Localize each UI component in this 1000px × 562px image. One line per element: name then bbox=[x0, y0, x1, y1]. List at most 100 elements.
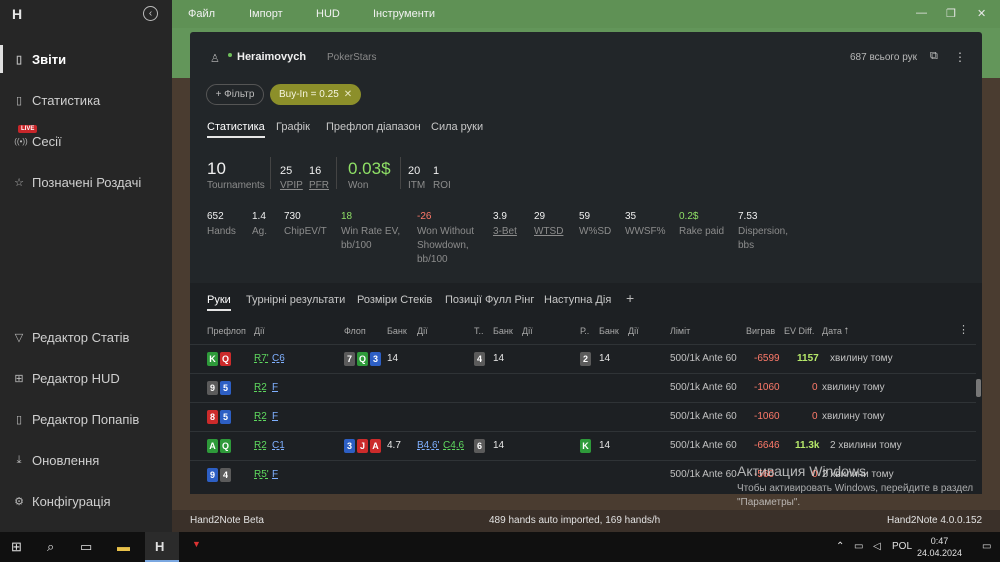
playing-card: 3 bbox=[370, 352, 381, 366]
sidebar-item-hud-editor[interactable]: ⊞ Редактор HUD bbox=[0, 364, 172, 392]
notifications-icon[interactable]: ▭ bbox=[982, 541, 991, 552]
col-preflop[interactable]: Префлоп bbox=[207, 326, 246, 336]
stat-wtsd-value: 29 bbox=[534, 211, 546, 222]
tab-preflop-range[interactable]: Префлоп діапазон bbox=[326, 121, 421, 133]
sidebar-item-marked-hands[interactable]: ☆ Позначені Роздачі bbox=[0, 168, 172, 196]
tab-graph[interactable]: Графік bbox=[276, 121, 310, 133]
table-row[interactable]: K Q R7' C6 7 Q 3 14 4 14 2 14 500/1k Ante 60 -6599 115… bbox=[190, 344, 976, 372]
col-ev-diff[interactable]: EV Diff. bbox=[784, 326, 814, 336]
tray-chevron-icon[interactable]: ⌃ bbox=[836, 541, 844, 552]
stat-wsd-label: W%SD bbox=[579, 226, 612, 237]
windows-start-icon[interactable]: ⊞ bbox=[11, 539, 22, 555]
tab-tournament-results[interactable]: Турнірні результати bbox=[246, 294, 345, 306]
tab-statistics[interactable]: Статистика bbox=[207, 121, 265, 138]
close-icon[interactable]: ✕ bbox=[977, 7, 986, 20]
preflop-action: R5' bbox=[254, 469, 269, 480]
stat-pfr-label[interactable]: PFR bbox=[309, 180, 329, 191]
menu-import[interactable]: Імпорт bbox=[249, 8, 283, 20]
sidebar-item-popup-editor[interactable]: ▯ Редактор Попапів bbox=[0, 405, 172, 433]
col-turn-actions[interactable]: Дії bbox=[522, 326, 533, 336]
col-river-pot[interactable]: Банк bbox=[599, 326, 619, 336]
ev-diff-cell: 1157 bbox=[797, 353, 819, 364]
playing-card: A bbox=[370, 439, 381, 453]
battery-icon[interactable]: ▭ bbox=[854, 541, 863, 552]
col-limit[interactable]: Ліміт bbox=[670, 326, 690, 336]
sidebar-item-label: Редактор Попапів bbox=[32, 411, 140, 427]
playing-card: 8 bbox=[207, 410, 218, 424]
won-cell: -1060 bbox=[754, 411, 780, 422]
table-row[interactable]: A Q R2 C1 3 J A 4.7 B4.6' C4.6 6 14 K 14 500/1k Ante 6… bbox=[190, 431, 976, 459]
columns-menu-icon[interactable]: ⋮ bbox=[958, 323, 969, 336]
col-turn[interactable]: Т.. bbox=[474, 326, 484, 336]
stat-wtsd-label[interactable]: WTSD bbox=[534, 225, 563, 239]
table-row[interactable]: 9 5 R2 F 500/1k Ante 60 -1060 0 хвилину тому bbox=[190, 373, 976, 401]
sidebar-item-configuration[interactable]: ⚙ Конфігурація bbox=[0, 487, 172, 515]
preflop-action: R7' bbox=[254, 353, 269, 364]
stat-tournaments-value: 10 bbox=[207, 159, 226, 178]
clock-time: 0:47 bbox=[930, 536, 949, 546]
playing-card: 9 bbox=[207, 468, 218, 482]
playing-card: 7 bbox=[344, 352, 355, 366]
won-cell: -6599 bbox=[754, 353, 780, 364]
restore-icon[interactable]: ❐ bbox=[946, 7, 956, 20]
col-river[interactable]: Р.. bbox=[580, 326, 589, 336]
file-explorer-icon[interactable]: ▬ bbox=[117, 539, 130, 554]
turn-pot: 14 bbox=[493, 353, 505, 364]
col-won[interactable]: Виграв bbox=[746, 326, 775, 336]
col-date[interactable]: Дата ⭡ bbox=[822, 326, 849, 337]
ev-diff-cell: 11.3k bbox=[795, 440, 820, 451]
menu-file[interactable]: Файл bbox=[188, 8, 215, 20]
volume-icon[interactable]: ◁ bbox=[873, 541, 881, 552]
sidebar-item-label: Редактор Статів bbox=[32, 329, 130, 345]
col-flop-actions[interactable]: Дії bbox=[417, 326, 428, 336]
activation-watermark-text: Чтобы активировать Windows, перейдите в … bbox=[737, 483, 974, 508]
col-preflop-actions[interactable]: Дії bbox=[254, 326, 265, 336]
language-indicator[interactable]: POL bbox=[892, 541, 912, 552]
sidebar-item-reports[interactable]: ▯ Звіти bbox=[0, 45, 172, 73]
stat-roi-value: 1 bbox=[433, 165, 440, 177]
sidebar: H ‹ ▯ Звіти ▯ Статистика ((•)) LIVE Сесі… bbox=[0, 0, 172, 532]
table-row[interactable]: 8 5 R2 F 500/1k Ante 60 -1060 0 хвилину тому bbox=[190, 402, 976, 430]
menu-tools[interactable]: Інструменти bbox=[373, 8, 435, 20]
download-icon: ⤓ bbox=[16, 453, 22, 466]
minimize-icon[interactable]: — bbox=[916, 7, 927, 19]
playing-card: Q bbox=[220, 352, 231, 366]
task-view-icon[interactable]: ▭ bbox=[80, 539, 92, 555]
search-icon[interactable]: ⌕ bbox=[47, 539, 54, 555]
player-name[interactable]: Heraimovych bbox=[237, 51, 306, 63]
export-icon[interactable]: ⧉ bbox=[930, 50, 938, 63]
tab-stack-sizes[interactable]: Розміри Стеків bbox=[357, 294, 432, 306]
stat-winrate-ev-value: 18 bbox=[341, 211, 353, 222]
add-tab-icon[interactable]: + bbox=[626, 290, 634, 306]
sidebar-item-sessions[interactable]: ((•)) LIVE Сесії bbox=[0, 125, 172, 155]
col-flop[interactable]: Флоп bbox=[344, 326, 366, 336]
tab-next-action[interactable]: Наступна Дія bbox=[544, 294, 611, 306]
playing-card: 5 bbox=[220, 410, 231, 424]
status-bar: Hand2Note Beta 489 hands auto imported, … bbox=[172, 510, 1000, 532]
stat-wwsf-value: 35 bbox=[625, 211, 637, 222]
col-turn-pot[interactable]: Банк bbox=[493, 326, 513, 336]
add-filter-button[interactable]: + Фільтр bbox=[206, 84, 264, 105]
table-scrollbar[interactable] bbox=[976, 379, 981, 397]
tab-full-ring-positions[interactable]: Позиції Фулл Рінг bbox=[445, 294, 534, 306]
hand2note-icon[interactable]: H bbox=[155, 539, 164, 554]
sidebar-item-updates[interactable]: ⤓ Оновлення bbox=[0, 446, 172, 474]
playing-card: J bbox=[357, 439, 368, 453]
menu-hud[interactable]: HUD bbox=[316, 8, 340, 20]
stat-vpip-label[interactable]: VPIP bbox=[280, 180, 303, 191]
sidebar-item-stat-editor[interactable]: ▽ Редактор Статів bbox=[0, 323, 172, 351]
col-river-actions[interactable]: Дії bbox=[628, 326, 639, 336]
stat-3bet-label[interactable]: 3-Bet bbox=[493, 225, 517, 239]
preflop-action: R2 bbox=[254, 382, 267, 393]
tab-hand-strength[interactable]: Сила руки bbox=[431, 121, 483, 133]
remove-chip-icon[interactable]: ✕ bbox=[344, 89, 352, 100]
sidebar-item-statistics[interactable]: ▯ Статистика bbox=[0, 86, 172, 114]
taskbar-clock[interactable]: 0:47 24.04.2024 bbox=[917, 535, 962, 559]
buy-in-filter-chip[interactable]: Buy-In = 0.25 ✕ bbox=[270, 84, 361, 105]
col-flop-pot[interactable]: Банк bbox=[387, 326, 407, 336]
more-menu-icon[interactable]: ⋮ bbox=[954, 50, 966, 64]
tab-hands[interactable]: Руки bbox=[207, 294, 231, 311]
playing-card: 5 bbox=[220, 381, 231, 395]
collapse-sidebar-icon[interactable]: ‹ bbox=[143, 6, 158, 21]
pokerstars-icon[interactable]: ▼ bbox=[192, 539, 201, 549]
